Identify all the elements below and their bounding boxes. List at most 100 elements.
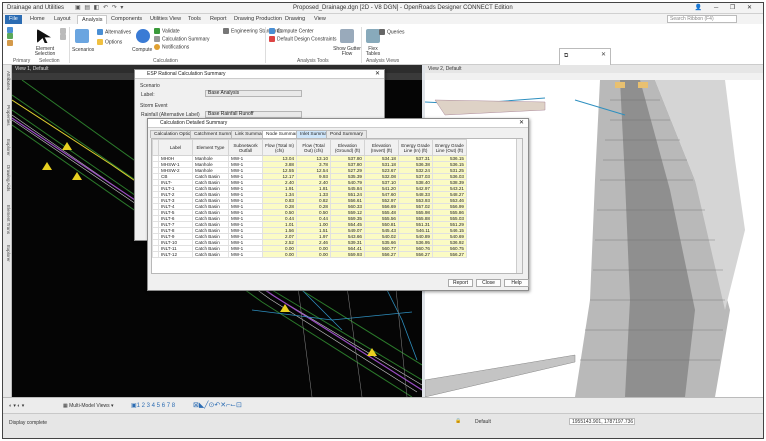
show-gutter-flow-icon[interactable] bbox=[340, 29, 354, 43]
workflow-selector[interactable]: Drainage and Utilities bbox=[7, 5, 64, 11]
view-number-buttons[interactable]: ▣1 2 3 4 5 6 7 8 bbox=[131, 402, 175, 409]
default-constraints-label: Default Design Constraints bbox=[277, 36, 337, 43]
tab-file[interactable]: File bbox=[5, 15, 22, 24]
table-cell[interactable]: MW-1 bbox=[228, 251, 263, 258]
close-button[interactable]: Close bbox=[476, 279, 501, 287]
ribbon-panel: Element Selection Scenarios Alternatives… bbox=[3, 24, 763, 66]
tab-tools[interactable]: Tools bbox=[184, 15, 205, 24]
tab-layout[interactable]: Layout bbox=[50, 15, 75, 24]
view-2-toolbar[interactable] bbox=[425, 73, 763, 80]
lock-icon[interactable]: 🔒 bbox=[455, 418, 461, 424]
tab-drawing[interactable]: Drawing bbox=[281, 15, 309, 24]
active-level[interactable]: Default bbox=[475, 419, 491, 425]
toolbox-close-icon[interactable]: ✕ bbox=[601, 51, 606, 58]
column-header[interactable]: Flow (Total Out) (cfs) bbox=[296, 139, 331, 156]
alternatives-label: Alternatives bbox=[105, 29, 132, 36]
report-button[interactable]: Report bbox=[448, 279, 473, 287]
compute-center-label: Compute Center bbox=[277, 28, 314, 35]
flex-tables-button[interactable]: Flex Tables bbox=[361, 47, 385, 57]
application-window: Drainage and Utilities ▣ ▤ ◧ ↶ ↷ ▾ Propo… bbox=[2, 2, 764, 439]
rail-tab-explorer-2[interactable]: Explorer bbox=[6, 245, 11, 262]
grid-scrollbar[interactable] bbox=[516, 139, 522, 273]
ribbon-tabs: File Home Layout Analysis Components Uti… bbox=[3, 14, 763, 24]
primary-group-icons[interactable] bbox=[7, 27, 15, 46]
group-calculation-label: Calculation bbox=[153, 58, 178, 64]
column-header[interactable]: Subnetwork Outfall bbox=[228, 139, 263, 156]
storm-event-header: Storm Event bbox=[140, 103, 168, 109]
rail-tab-element[interactable]: Element Trans bbox=[6, 205, 11, 234]
window-title: Proposed_Drainage.dgn [2D - V8 DGN] - Op… bbox=[293, 5, 513, 11]
quick-access-icons[interactable]: ▣ ▤ ◧ ↶ ↷ ▾ bbox=[75, 4, 124, 11]
floating-toolbox[interactable]: ⧉ ✕ bbox=[559, 48, 611, 66]
element-selection-button[interactable]: Element Selection bbox=[33, 47, 57, 57]
group-selection-label: Selection bbox=[39, 58, 60, 64]
queries-button[interactable]: Queries bbox=[379, 29, 405, 35]
group-primary-label: Primary bbox=[13, 58, 31, 64]
table-cell[interactable]: 0.00 bbox=[296, 251, 331, 258]
column-header[interactable]: Label bbox=[158, 139, 193, 156]
column-header[interactable]: Elevation (Ground) (ft) bbox=[330, 139, 365, 156]
default-design-constraints-button[interactable]: Default Design Constraints bbox=[269, 36, 336, 42]
window-controls[interactable]: 👤 ─ ❐ ✕ bbox=[695, 4, 757, 11]
tab-home[interactable]: Home bbox=[26, 15, 49, 24]
group-analysis-views-label: Analysis Views bbox=[366, 58, 400, 64]
table-cell[interactable]: INLT-12 bbox=[158, 251, 193, 258]
search-ribbon-input[interactable]: Search Ribbon (F4) bbox=[667, 15, 737, 23]
table-cell[interactable]: 556.27 bbox=[432, 251, 467, 258]
calculation-detailed-summary-dialog[interactable]: Calculation Detailed Summary ✕ Calculati… bbox=[147, 118, 529, 291]
scenario-header: Scenario bbox=[140, 83, 160, 89]
options-button[interactable]: Options bbox=[97, 39, 122, 45]
scenarios-icon[interactable] bbox=[75, 29, 89, 43]
dialog-title-bar[interactable]: Calculation Detailed Summary ✕ bbox=[148, 119, 528, 128]
compute-center-button[interactable]: Compute Center bbox=[269, 28, 314, 34]
rail-tab-properties[interactable]: Properties bbox=[6, 105, 11, 126]
dialog-close-icon[interactable]: ✕ bbox=[519, 119, 524, 128]
toolbox-icon[interactable]: ⧉ bbox=[564, 53, 568, 60]
compute-button[interactable]: Compute bbox=[132, 47, 152, 53]
rail-tab-explorer[interactable]: Explorer bbox=[6, 139, 11, 156]
tab-components[interactable]: Components bbox=[107, 15, 146, 24]
element-selection-icon[interactable] bbox=[37, 29, 51, 43]
column-header[interactable]: Elevation (Invert) (ft) bbox=[364, 139, 399, 156]
column-header[interactable]: Energy Grade Line (In) (ft) bbox=[398, 139, 433, 156]
table-cell[interactable]: 556.27 bbox=[398, 251, 433, 258]
calculation-summary-button[interactable]: Calculation Summary bbox=[154, 36, 210, 42]
column-header[interactable]: Flow (Total In) (cfs) bbox=[262, 139, 297, 156]
view-nav-icons[interactable]: ◐ ▾ ◐ ▾ bbox=[9, 403, 24, 409]
back-dialog-title-bar[interactable]: ESP Rational Calculation Summary ✕ bbox=[135, 70, 384, 79]
node-summary-grid[interactable]: Label Element Type Subnetwork Outfall Fl… bbox=[151, 138, 523, 274]
scenario-label-caption: Label: bbox=[141, 92, 155, 98]
tab-drawing-production[interactable]: Drawing Production bbox=[230, 15, 286, 24]
tab-utilities-view[interactable]: Utilities View bbox=[146, 15, 185, 24]
compute-icon[interactable] bbox=[136, 29, 150, 43]
show-gutter-flow-button[interactable]: Show Gutter Flow bbox=[333, 47, 361, 57]
notifications-button[interactable]: Notifications bbox=[154, 44, 189, 50]
table-cell[interactable]: 559.93 bbox=[330, 251, 365, 258]
back-dialog-title: ESP Rational Calculation Summary bbox=[147, 71, 226, 77]
alternatives-button[interactable]: Alternatives bbox=[97, 29, 131, 35]
tab-analysis[interactable]: Analysis bbox=[77, 15, 108, 24]
title-bar: Drainage and Utilities ▣ ▤ ◧ ↶ ↷ ▾ Propo… bbox=[3, 3, 763, 14]
table-row[interactable]: INLT-12 Catch Basin MW-1 0.00 0.00 559.93 556.… bbox=[152, 251, 467, 258]
validate-label: Validate bbox=[162, 28, 180, 35]
scenarios-button[interactable]: Scenarios bbox=[72, 47, 94, 53]
column-header[interactable]: Energy Grade Line (Out) (ft) bbox=[432, 139, 467, 156]
help-button[interactable]: Help bbox=[504, 279, 529, 287]
tab-pond-summary[interactable]: Pond Summary bbox=[326, 130, 368, 138]
drawing-tools-icons[interactable]: ⊠◣╱⊙↶✕⌐⌙⊡ bbox=[193, 401, 242, 409]
options-label: Options bbox=[105, 39, 123, 46]
flex-tables-icon[interactable] bbox=[366, 29, 380, 43]
multi-model-views-button[interactable]: ▦ Multi-Model Views ▾ bbox=[63, 403, 114, 409]
back-dialog-close-icon[interactable]: ✕ bbox=[375, 70, 380, 79]
table-cell[interactable]: Catch Basin bbox=[192, 251, 229, 258]
table-cell[interactable]: 0.00 bbox=[262, 251, 297, 258]
rail-tab-attributes[interactable]: Attributes bbox=[6, 71, 11, 90]
tab-report[interactable]: Report bbox=[206, 15, 231, 24]
group-analysis-tools-label: Analysis Tools bbox=[297, 58, 329, 64]
rail-tab-drawing-aids[interactable]: Drawing Aids bbox=[6, 165, 11, 191]
selection-small-icons[interactable] bbox=[60, 28, 68, 41]
validate-button[interactable]: Validate bbox=[154, 28, 180, 34]
column-header[interactable]: Element Type bbox=[192, 139, 229, 156]
table-cell[interactable]: 556.27 bbox=[364, 251, 399, 258]
tab-view[interactable]: View bbox=[310, 15, 330, 24]
